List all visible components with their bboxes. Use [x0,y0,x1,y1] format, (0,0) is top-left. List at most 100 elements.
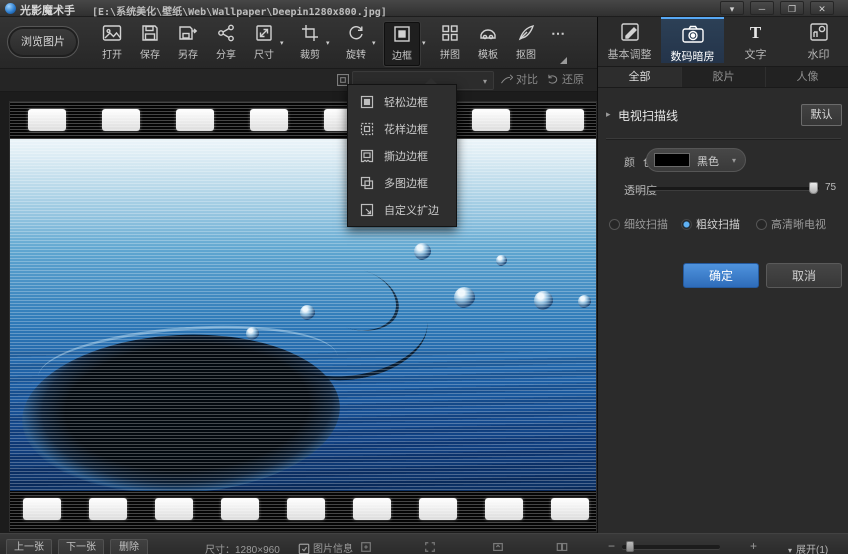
basic-adjust-icon [598,17,661,43]
menu-item-pattern-border[interactable]: 花样边框 [348,115,456,142]
maximize-button[interactable]: ❐ [780,1,804,15]
tab-digital-darkroom[interactable]: 数码暗房 [661,17,724,63]
menu-item-easy-border[interactable]: 轻松边框 [348,88,456,115]
radio-hdtv[interactable]: 高清晰电视 [756,215,826,229]
effect-title: 电视扫描线 [618,107,678,124]
text-icon: T [724,17,787,43]
browse-images-button[interactable]: 浏览图片 [7,26,79,58]
crop-icon [292,22,328,44]
tab-basic-adjust[interactable]: 基本调整 [598,17,661,63]
save-as-button[interactable]: 另存 [170,22,206,66]
template-icon [470,22,506,44]
opacity-slider[interactable] [649,187,819,190]
template-button[interactable]: 模板 [470,22,506,66]
expand-filmstrip-button[interactable]: ▾展开(1) [788,541,828,554]
expand-caret-icon: ▾ [788,546,792,554]
menu-notch [425,78,437,84]
opacity-value: 75 [825,182,836,193]
rotate-caret-icon[interactable]: ▾ [372,39,382,47]
fullscreen-tool-icon[interactable] [424,540,436,554]
menu-item-torn-border[interactable]: 撕边边框 [348,142,456,169]
info-icon [298,543,310,554]
more-icon: ⋯ [540,22,576,44]
tab-watermark[interactable]: 水印 [787,17,848,63]
compare-button[interactable]: 对比 [500,72,538,89]
custom-expand-icon [360,203,374,217]
cancel-button[interactable]: 取消 [766,263,842,288]
torn-border-icon [360,149,374,163]
subtab-portrait[interactable]: 人像 [766,67,848,87]
title-bar: 光影魔术手 [E:\系统美化\壁纸\Web\Wallpaper\Deepin12… [0,0,848,17]
opacity-label: 透明度 [624,182,657,198]
context-toolbar: ▾ 对比 还原 [0,69,597,92]
cutout-button[interactable]: 抠图 [508,22,544,66]
delete-image-button[interactable]: 删除 [110,539,148,554]
subtab-all[interactable]: 全部 [598,67,682,87]
app-name: 光影魔术手 [20,2,75,18]
rotate-icon [338,22,374,44]
crop-button[interactable]: 裁剪 [292,22,328,66]
zoom-slider[interactable] [622,545,720,549]
border-dropdown-menu: 轻松边框 花样边框 撕边边框 多图边框 自定义扩边 [347,84,457,227]
status-bar: 上一张 下一张 删除 尺寸：1280×960 图片信息 − + ▾展开(1) [0,533,848,554]
zoom-out-button[interactable]: − [608,539,615,553]
border-caret-icon[interactable]: ▾ [422,39,432,47]
toolbar-expand-triangle-icon[interactable] [560,57,567,64]
radio-coarse-scan[interactable]: 粗纹扫描 [681,215,740,229]
subtab-film[interactable]: 胶片 [682,67,766,87]
compare-view-tool-icon[interactable] [556,540,568,554]
editing-canvas [0,92,597,533]
confirm-button[interactable]: 确定 [683,263,759,288]
open-button[interactable]: 打开 [94,22,130,66]
resize-icon [246,22,282,44]
crop-caret-icon[interactable]: ▾ [326,39,336,47]
minimize-button[interactable]: ─ [750,1,774,15]
multi-border-icon [360,176,374,190]
combobox-caret-icon: ▾ [483,77,487,86]
image-info-button[interactable]: 图片信息 [298,540,353,554]
collapse-arrow-icon[interactable]: ▸ [606,109,611,120]
radio-fine-scan[interactable]: 细纹扫描 [609,215,668,229]
photo-film-border[interactable] [10,102,596,531]
file-path: [E:\系统美化\壁纸\Web\Wallpaper\Deepin1280x800… [92,3,387,18]
menu-item-multi-border[interactable]: 多图边框 [348,169,456,196]
radio-icon [681,219,692,230]
camera-icon [661,19,724,45]
collage-icon [432,22,468,44]
save-button[interactable]: 保存 [132,22,168,66]
app-logo-icon [5,3,16,14]
collage-button[interactable]: 拼图 [432,22,468,66]
color-dropdown[interactable]: 黑色 ▾ [646,148,746,172]
menu-item-custom-expand[interactable]: 自定义扩边 [348,196,456,223]
opacity-row: 透明度 75 [598,180,848,196]
more-tools-button[interactable]: ⋯ [540,22,576,66]
save-as-icon [170,22,206,44]
share-icon [208,22,244,44]
opacity-slider-handle[interactable] [809,182,818,194]
previous-image-button[interactable]: 上一张 [6,539,52,554]
save-icon [132,22,168,44]
zoom-slider-handle[interactable] [626,541,634,552]
main-toolbar: 浏览图片 打开 保存 另存 分享 尺寸 ▾ 裁剪 ▾ 旋转 ▾ 边框 ▾ 拼图 … [0,17,597,69]
easy-border-icon [360,95,374,109]
tab-text[interactable]: T 文字 [724,17,787,63]
rotate-button[interactable]: 旋转 [338,22,374,66]
zoom-in-button[interactable]: + [750,539,757,553]
next-image-button[interactable]: 下一张 [58,539,104,554]
skin-menu-button[interactable]: ▾ [720,1,744,15]
resize-caret-icon[interactable]: ▾ [280,39,290,47]
image-size-text: 尺寸：1280×960 [205,541,280,554]
fit-window-tool-icon[interactable] [492,540,504,554]
restore-button[interactable]: 还原 [546,72,584,89]
category-subtabs: 全部 胶片 人像 [598,66,848,88]
resize-button[interactable]: 尺寸 [246,22,282,66]
color-value: 黑色 [697,153,719,169]
color-swatch [654,153,690,167]
view-tool-icon[interactable] [360,540,372,554]
open-icon [94,22,130,44]
share-button[interactable]: 分享 [208,22,244,66]
border-button[interactable]: 边框 [384,22,420,66]
scan-type-options: 细纹扫描 粗纹扫描 高清晰电视 [598,214,848,232]
default-button[interactable]: 默认 [801,104,842,126]
close-button[interactable]: ✕ [810,1,834,15]
